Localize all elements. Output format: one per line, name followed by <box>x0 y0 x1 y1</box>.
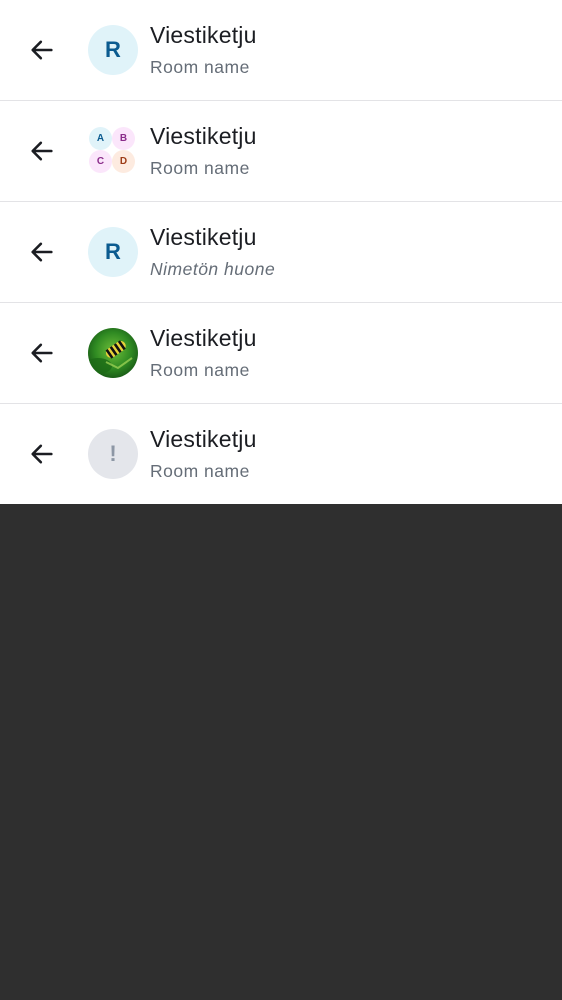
thread-header-row: ! Viestiketju Room name <box>0 404 562 504</box>
thread-title: Viestiketju <box>150 123 257 149</box>
room-avatar: R <box>88 25 138 75</box>
thread-title: Viestiketju <box>150 426 257 452</box>
back-button[interactable] <box>24 234 60 270</box>
thread-header-row: Viestiketju Room name <box>0 303 562 404</box>
thread-title: Viestiketju <box>150 22 257 48</box>
arrow-left-icon <box>31 343 53 363</box>
thread-header-row: A B C D Viestiketju Room name <box>0 101 562 202</box>
back-button[interactable] <box>24 436 60 472</box>
thread-header-row: R Viestiketju Room name <box>0 0 562 101</box>
member-avatar: D <box>112 150 135 173</box>
thread-title: Viestiketju <box>150 224 257 250</box>
arrow-left-icon <box>31 141 53 161</box>
member-avatar: B <box>112 127 135 150</box>
room-name: Room name <box>150 158 250 178</box>
arrow-left-icon <box>31 444 53 464</box>
room-name: Room name <box>150 461 250 481</box>
room-name-placeholder: Nimetön huone <box>150 259 276 279</box>
room-avatar-photo <box>88 328 138 378</box>
arrow-left-icon <box>31 40 53 60</box>
arrow-left-icon <box>31 242 53 262</box>
member-avatar: A <box>89 127 112 150</box>
room-avatar-unknown: ! <box>88 429 138 479</box>
back-button[interactable] <box>24 335 60 371</box>
room-name: Room name <box>150 57 250 77</box>
room-avatar-cluster: A B C D <box>88 126 138 176</box>
thread-header-list: R Viestiketju Room name A B C D Viestike… <box>0 0 562 504</box>
back-button[interactable] <box>24 133 60 169</box>
room-name: Room name <box>150 360 250 380</box>
member-avatar: C <box>89 150 112 173</box>
caterpillar-photo <box>88 328 138 378</box>
room-avatar: R <box>88 227 138 277</box>
thread-header-row: R Viestiketju Nimetön huone <box>0 202 562 303</box>
back-button[interactable] <box>24 32 60 68</box>
thread-title: Viestiketju <box>150 325 257 351</box>
